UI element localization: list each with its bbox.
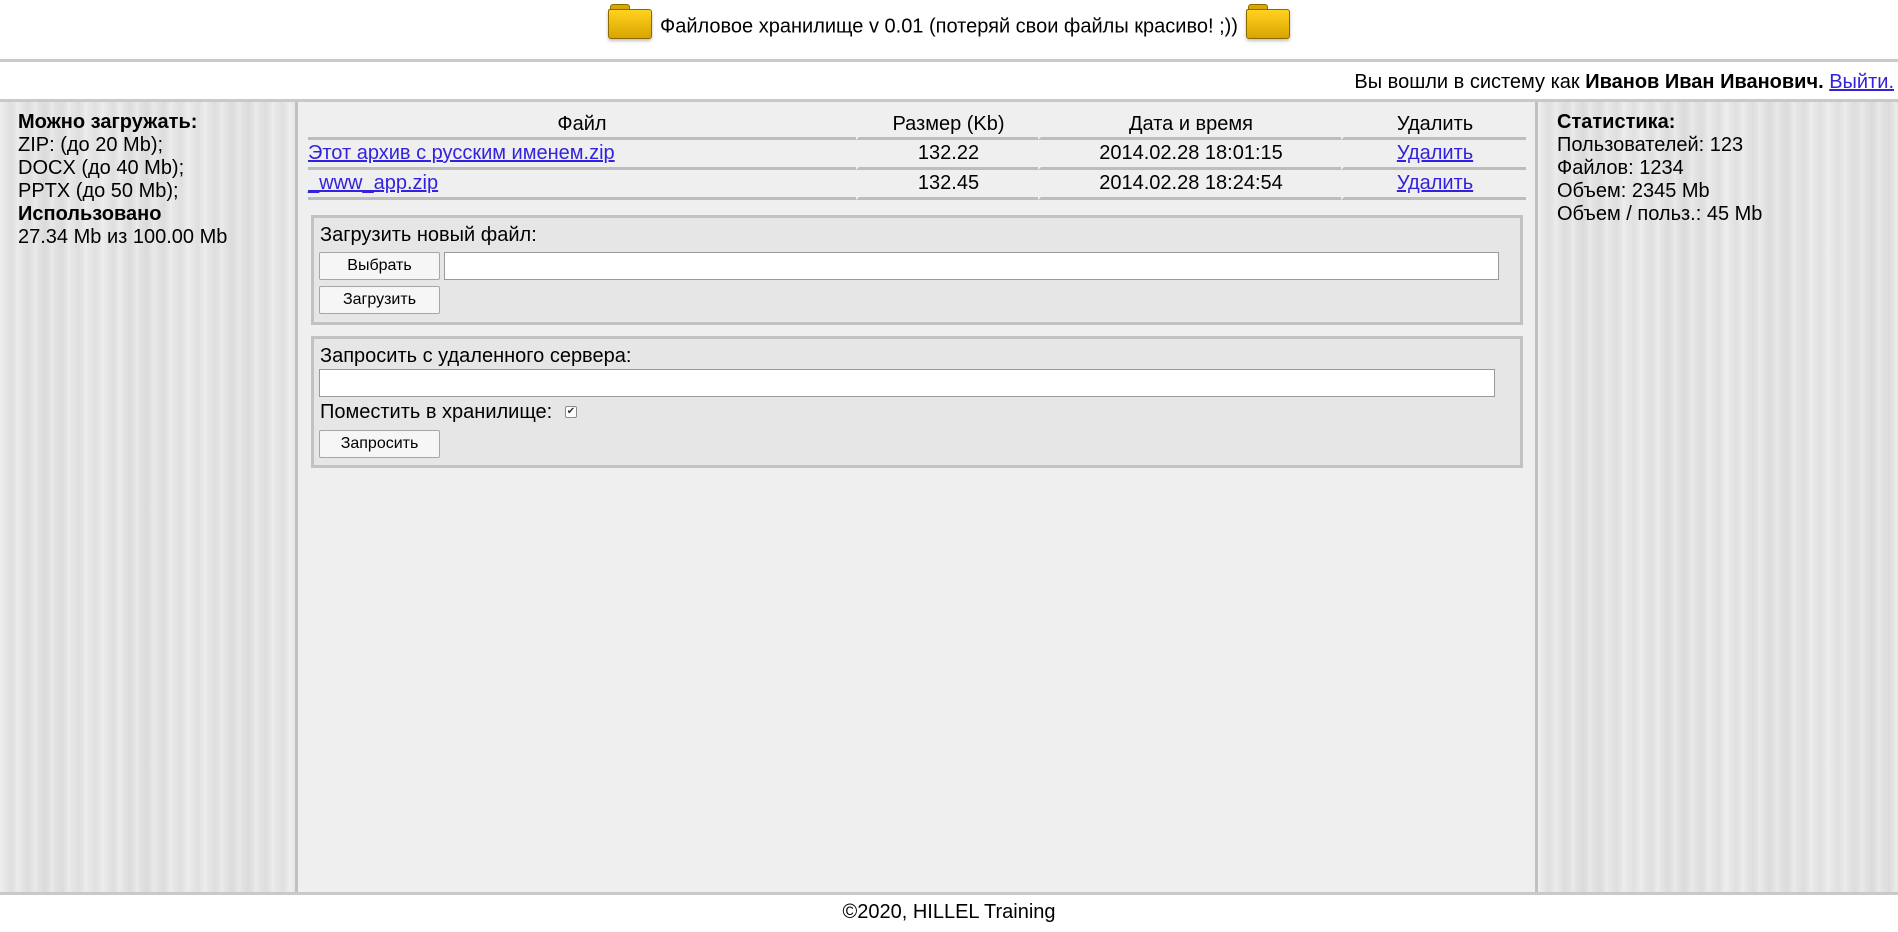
files-table-header: Файл Размер (Kb) Дата и время Удалить <box>308 111 1526 140</box>
file-size-cell: 132.22 <box>856 140 1038 170</box>
table-row: _www_app.zip 132.45 2014.02.28 18:24:54 … <box>308 170 1526 200</box>
used-title: Использовано <box>18 203 162 225</box>
remote-form-label: Запросить с удаленного сервера: <box>320 345 632 367</box>
remote-url-input[interactable] <box>319 369 1495 397</box>
used-value: 27.34 Mb из 100.00 Mb <box>18 226 228 248</box>
delete-link[interactable]: Удалить <box>1397 172 1473 194</box>
store-checkbox-label: Поместить в хранилище: <box>320 401 553 423</box>
site-title: Файловое хранилище v 0.01 (потеряй свои … <box>660 15 1238 38</box>
user-name: Иванов Иван Иванович. <box>1585 71 1824 93</box>
right-sidebar: Статистика: Пользователей: 123 Файлов: 1… <box>1535 102 1898 892</box>
file-size-cell: 132.45 <box>856 170 1038 200</box>
allowed-type-zip: ZIP: (до 20 Mb); <box>18 134 164 156</box>
copyright-text: ©2020, HILLEL Training <box>842 901 1056 923</box>
file-link[interactable]: Этот архив с русским именем.zip <box>308 142 615 164</box>
file-name-cell: _www_app.zip <box>308 170 856 200</box>
folder-icon <box>1245 2 1290 39</box>
choose-file-button[interactable]: Выбрать <box>319 252 440 280</box>
store-checkbox[interactable]: ✔ <box>565 406 577 418</box>
stats-files: Файлов: 1234 <box>1557 157 1684 179</box>
delete-link[interactable]: Удалить <box>1397 142 1473 164</box>
files-table: Файл Размер (Kb) Дата и время Удалить Эт… <box>308 111 1526 200</box>
header-title-row: Файловое хранилище v 0.01 (потеряй свои … <box>0 2 1898 41</box>
login-status-text: Вы вошли в систему как <box>1354 71 1580 93</box>
upload-form-label: Загрузить новый файл: <box>320 224 537 246</box>
column-header-delete: Удалить <box>1341 111 1526 140</box>
file-datetime-cell: 2014.02.28 18:24:54 <box>1038 170 1341 200</box>
allowed-type-pptx: PPTX (до 50 Mb); <box>18 180 179 202</box>
stats-volume-per-user: Объем / польз.: 45 Mb <box>1557 203 1763 225</box>
column-header-datetime: Дата и время <box>1038 111 1341 140</box>
upload-button[interactable]: Загрузить <box>319 286 440 314</box>
file-datetime-cell: 2014.02.28 18:01:15 <box>1038 140 1341 170</box>
remote-request-form: Запросить с удаленного сервера: Поместит… <box>311 336 1523 468</box>
table-row: Этот архив с русским именем.zip 132.22 2… <box>308 140 1526 170</box>
left-sidebar: Можно загружать: ZIP: (до 20 Mb); DOCX (… <box>0 102 298 892</box>
allowed-type-docx: DOCX (до 40 Mb); <box>18 157 185 179</box>
stats-title: Статистика: <box>1557 111 1676 133</box>
allowed-types-title: Можно загружать: <box>18 111 198 133</box>
delete-cell: Удалить <box>1341 140 1526 170</box>
file-name-cell: Этот архив с русским именем.zip <box>308 140 856 170</box>
folder-icon <box>608 2 653 39</box>
file-path-input[interactable] <box>444 252 1499 280</box>
main-content: Файл Размер (Kb) Дата и время Удалить Эт… <box>298 102 1535 892</box>
upload-form: Загрузить новый файл: Выбрать Загрузить <box>311 215 1523 325</box>
file-link[interactable]: _www_app.zip <box>308 172 438 194</box>
page-header: Файловое хранилище v 0.01 (потеряй свои … <box>0 0 1898 62</box>
user-bar: Вы вошли в систему как Иванов Иван Ивано… <box>0 62 1898 102</box>
request-button[interactable]: Запросить <box>319 430 440 458</box>
logout-link[interactable]: Выйти. <box>1829 71 1894 93</box>
stats-volume: Объем: 2345 Mb <box>1557 180 1710 202</box>
stats-users: Пользователей: 123 <box>1557 134 1744 156</box>
page-footer: ©2020, HILLEL Training <box>0 892 1898 932</box>
delete-cell: Удалить <box>1341 170 1526 200</box>
column-header-size: Размер (Kb) <box>856 111 1038 140</box>
column-header-file: Файл <box>308 111 856 140</box>
